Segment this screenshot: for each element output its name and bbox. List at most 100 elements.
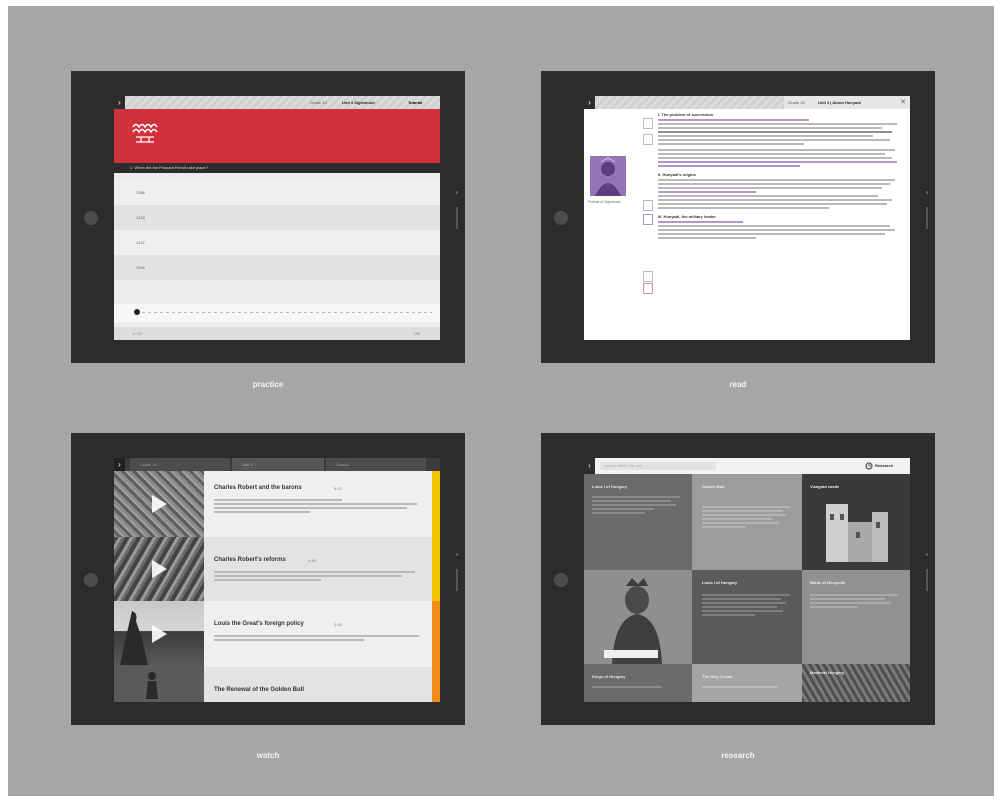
castle-image-tile[interactable]: Visegrád castle	[802, 474, 910, 570]
text-line	[658, 195, 878, 197]
play-icon[interactable]	[147, 493, 169, 515]
tile-title: The Holy Crown	[702, 674, 733, 679]
margin-note-icon[interactable]	[643, 200, 653, 211]
video-thumbnail[interactable]	[114, 471, 204, 537]
statue-figure-icon	[146, 672, 158, 699]
tile-text	[810, 592, 898, 610]
video-thumbnail[interactable]	[114, 667, 204, 702]
tab-grade[interactable]: Grade 10	[130, 458, 230, 471]
research-tile[interactable]: Battle of Nicopolis	[802, 570, 910, 664]
score-percent: 0%	[414, 331, 420, 336]
research-tile[interactable]: Kings of Hungary	[584, 664, 692, 702]
research-icon[interactable]	[865, 462, 873, 470]
presentation-board: › Grade 10 Unit 3 Sigismund Tutorial 1. …	[8, 6, 994, 796]
breadcrumb[interactable]: Grade 10	[788, 100, 805, 105]
unit-label[interactable]: Unit 3 | About Hunyadi	[818, 100, 861, 105]
answer-option[interactable]: 1437	[114, 230, 440, 255]
video-thumbnail[interactable]	[114, 537, 204, 601]
progress-track[interactable]	[114, 304, 440, 322]
video-accent-bar	[432, 537, 440, 601]
tile-text	[702, 592, 790, 618]
side-switch	[456, 207, 458, 229]
back-button[interactable]: ›	[114, 96, 125, 109]
mode-label[interactable]: Research	[875, 463, 893, 468]
text-line	[658, 199, 893, 201]
progress-line	[136, 312, 432, 313]
video-title[interactable]: Charles Robert and the barons	[214, 485, 302, 491]
research-tile[interactable]: The Holy Crown	[692, 664, 802, 702]
video-description	[214, 569, 428, 583]
margin-note-icon[interactable]	[643, 271, 653, 282]
video-thumbnail[interactable]	[114, 601, 204, 667]
margin-note-icon[interactable]	[643, 214, 653, 225]
question-text: 1. When did the Peasant Revolt take plac…	[130, 165, 208, 170]
text-line	[658, 135, 873, 137]
side-sensor	[456, 191, 458, 194]
margin-note-icon[interactable]	[643, 134, 653, 145]
text-line	[658, 183, 890, 185]
statue-image-tile[interactable]	[584, 570, 692, 664]
text-line	[658, 143, 805, 145]
crest-logo-icon	[132, 123, 158, 143]
text-line	[658, 237, 756, 239]
home-button[interactable]	[554, 573, 568, 587]
tile-text	[702, 504, 790, 530]
video-row[interactable]: Louis the Great's foreign policy 3:58	[114, 601, 440, 667]
home-button[interactable]	[84, 211, 98, 225]
side-switch	[926, 569, 928, 591]
close-icon[interactable]: ✕	[900, 98, 906, 106]
home-button[interactable]	[84, 573, 98, 587]
margin-note-icon[interactable]	[643, 118, 653, 129]
video-row[interactable]: Charles Robert and the barons 5:12	[114, 471, 440, 537]
answer-label: 1437	[136, 240, 145, 245]
margin-note-icon[interactable]	[643, 283, 653, 294]
breadcrumb[interactable]: Grade 10	[310, 100, 327, 105]
watch-screen: › Grade 10 Unit 3 Search Charles Robert …	[114, 458, 440, 702]
text-line	[658, 225, 890, 227]
unit-label[interactable]: Unit 3 Sigismund	[342, 100, 375, 105]
home-button[interactable]	[554, 211, 568, 225]
tile-title: Battle of Nicopolis	[810, 580, 846, 585]
side-sensor	[456, 553, 458, 556]
video-duration: 3:58	[334, 622, 342, 627]
text-line	[658, 221, 744, 223]
tile-text	[702, 684, 790, 690]
video-row[interactable]: Charles Robert's reforms 4:46	[114, 537, 440, 601]
answer-list: 1386 1433 1437 1396	[114, 180, 440, 282]
back-button[interactable]: ›	[114, 458, 125, 471]
answer-option[interactable]: 1433	[114, 205, 440, 230]
research-tile[interactable]: Louis I of Hungary	[692, 570, 802, 664]
play-icon[interactable]	[147, 558, 169, 580]
video-title[interactable]: Louis the Great's foreign policy	[214, 621, 304, 627]
progress-knob[interactable]	[134, 309, 140, 315]
portrait-image[interactable]	[590, 156, 626, 196]
text-line	[658, 123, 898, 125]
text-line	[658, 233, 885, 235]
back-button[interactable]: ›	[584, 96, 595, 109]
research-tile[interactable]: Louis I of Hungary	[584, 474, 692, 570]
answer-option[interactable]: 1396	[114, 255, 440, 280]
mode-label[interactable]: Tutorial	[408, 100, 422, 105]
video-title[interactable]: The Renewal of the Golden Bull	[214, 687, 304, 693]
answer-option[interactable]: 1386	[114, 180, 440, 205]
research-tile[interactable]: Golden Bull	[692, 474, 802, 570]
text-line	[658, 139, 890, 141]
video-row[interactable]: The Renewal of the Golden Bull	[114, 667, 440, 702]
video-accent-bar	[432, 667, 440, 702]
tablet-watch: › Grade 10 Unit 3 Search Charles Robert …	[71, 433, 465, 725]
tab-unit[interactable]: Unit 3	[232, 458, 324, 471]
video-description	[214, 633, 428, 643]
play-icon[interactable]	[147, 623, 169, 645]
top-bar	[114, 96, 440, 109]
back-button[interactable]: ›	[584, 458, 595, 474]
section-heading: II. Hunyadi's origins	[658, 172, 696, 177]
video-title[interactable]: Charles Robert's reforms	[214, 557, 286, 563]
tile-title: Golden Bull	[702, 484, 725, 489]
text-line	[658, 153, 885, 155]
map-image-tile[interactable]: Medieval Hungary	[802, 664, 910, 702]
tab-search[interactable]: Search	[326, 458, 426, 471]
text-line	[658, 161, 898, 163]
search-input[interactable]: search within this unit	[600, 462, 716, 470]
answer-label: 1386	[136, 190, 145, 195]
tile-title: Louis I of Hungary	[702, 580, 738, 585]
